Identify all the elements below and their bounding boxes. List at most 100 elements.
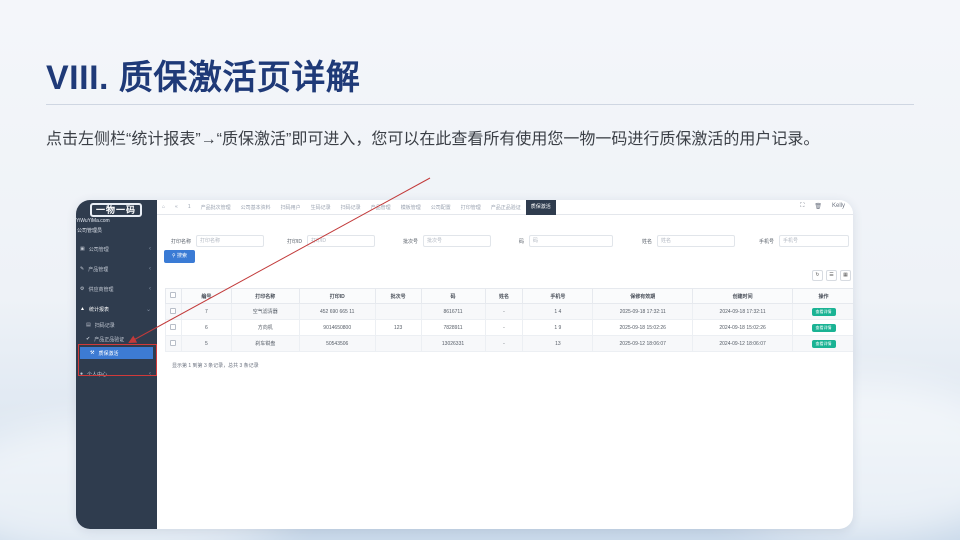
tab-scan-users[interactable]: 扫码用户 [276, 204, 306, 211]
export-icon[interactable]: ▦ [840, 270, 851, 281]
print-id-input[interactable]: 打印ID [307, 235, 376, 247]
filter-label: 打印名称 [171, 238, 192, 245]
tab-1[interactable]: 1 [183, 204, 196, 210]
column-header[interactable]: 姓名 [484, 288, 524, 304]
back-icon[interactable]: « [170, 204, 183, 210]
cell-phone: 13 [522, 335, 594, 352]
row-checkbox[interactable] [170, 307, 177, 314]
tab-config[interactable]: 公司配置 [426, 204, 456, 211]
tab-batch[interactable]: 产品批次管理 [196, 204, 236, 211]
user-icon: ● [80, 371, 84, 377]
column-header: 操作 [792, 288, 853, 304]
tab-templates[interactable]: 模板管理 [396, 204, 426, 211]
tab-verify[interactable]: 产品正品验证 [486, 204, 526, 211]
batch-input[interactable]: 批次号 [423, 235, 492, 247]
sidebar-item-label: 产品正品验证 [94, 336, 125, 343]
chevron-left-icon: ‹ [149, 371, 151, 377]
sidebar-item-product-verify[interactable]: ✔ 产品正品验证 [76, 333, 157, 345]
filter-label: 手机号 [759, 238, 775, 245]
tab-bar: ⌂ « 1 产品批次管理 公司基本资料 扫码用户 生码记录 扫码记录 产品管理 … [157, 200, 853, 215]
sidebar-item-label: 个人中心 [87, 371, 108, 378]
refresh-icon[interactable]: ↻ [812, 270, 823, 281]
chevron-down-icon: ⌄ [145, 306, 151, 313]
filter-code: 码 码 [519, 234, 614, 248]
trash-icon[interactable]: 🗑 [814, 203, 822, 210]
cell-print-name: 空气滤清器 [230, 303, 300, 320]
cell-person: - [484, 335, 524, 352]
home-icon[interactable]: ⌂ [157, 204, 170, 210]
cell-person: - [484, 303, 524, 320]
user-menu[interactable]: Kelly [832, 203, 845, 210]
filter-phone: 手机号 手机号 [759, 234, 850, 248]
sidebar-item-suppliers[interactable]: ⚙ 供应商管理 ‹ [76, 283, 157, 295]
code-input[interactable]: 码 [529, 235, 614, 247]
table-row: 5 刹车钳盘 50543506 13026331 - 13 2025-09-12… [165, 335, 853, 352]
phone-input[interactable]: 手机号 [779, 235, 850, 247]
table-toolbar: ↻ ☰ ▦ [812, 270, 851, 281]
sidebar-item-company[interactable]: ▣ 公司管理 ‹ [76, 243, 157, 255]
tab-print[interactable]: 打印管理 [456, 204, 486, 211]
filter-label: 打印ID [287, 238, 303, 245]
column-header[interactable]: 批次号 [374, 288, 422, 304]
sidebar-item-profile[interactable]: ● 个人中心 ‹ [76, 368, 157, 380]
filter-label: 码 [519, 238, 525, 245]
column-header[interactable]: 保修有效期 [592, 288, 694, 304]
tab-products[interactable]: 产品管理 [366, 204, 396, 211]
fullscreen-icon[interactable]: ⛶ [800, 203, 804, 210]
cell-print-id: 9014650800 [298, 319, 376, 336]
view-details-button[interactable]: 查看详情 [811, 323, 836, 332]
column-header[interactable]: 打印名称 [230, 288, 300, 304]
chart-icon: ▲ [80, 306, 85, 312]
column-header[interactable]: 打印ID [298, 288, 376, 304]
cell-id: 6 [180, 319, 232, 336]
search-button[interactable]: ⚲ 搜索 [164, 250, 195, 263]
person-input[interactable]: 姓名 [657, 235, 736, 247]
logo-subtitle: YiWuYiMa.com [76, 218, 110, 224]
view-details-button[interactable]: 查看详情 [811, 339, 836, 348]
row-checkbox[interactable] [170, 323, 177, 330]
cell-created: 2024-09-18 17:32:11 [692, 303, 793, 320]
column-header[interactable]: 码 [420, 288, 486, 304]
sidebar-item-warranty-activation[interactable]: ⚒ 质保激活 [80, 347, 153, 359]
sidebar-item-products[interactable]: ✎ 产品管理 ‹ [76, 263, 157, 275]
cell-warranty: 2025-09-18 17:32:11 [592, 303, 694, 320]
select-all-checkbox[interactable] [170, 292, 177, 298]
sidebar-item-scan-records[interactable]: ▤ 扫码记录 [76, 319, 157, 331]
sidebar-item-label: 供应商管理 [88, 286, 114, 293]
table-row: 6 方向机 9014650800 123 7828911 - 1 9 2025-… [165, 319, 853, 336]
cell-warranty: 2025-09-18 15:02:26 [592, 319, 694, 336]
table-row: 7 空气滤清器 452 690 665 11 8616711 - 1 4 202… [165, 303, 853, 320]
slide-title: VIII. 质保激活页详解 [46, 59, 361, 97]
row-checkbox[interactable] [170, 339, 177, 346]
cell-created: 2024-09-18 15:02:26 [692, 319, 793, 336]
tab-scan-records[interactable]: 扫码记录 [336, 204, 366, 211]
filter-batch: 批次号 批次号 [403, 234, 492, 248]
tab-company-info[interactable]: 公司基本资料 [236, 204, 276, 211]
cell-code: 8616711 [420, 303, 486, 320]
tab-warranty[interactable]: 质保激活 [525, 200, 556, 215]
filter-bar: 打印名称 打印名称 打印ID 打印ID 批次号 批次号 码 码 姓名 姓名 手机… [157, 234, 853, 250]
pagination-info: 显示第 1 到第 3 条记录，总共 3 条记录 [172, 363, 259, 369]
column-header[interactable]: 创建时间 [692, 288, 793, 304]
sidebar-item-reports[interactable]: ▲ 统计报表 ⌄ [76, 303, 157, 315]
cell-batch [374, 335, 422, 352]
cell-print-name: 刹车钳盘 [230, 335, 300, 352]
truck-icon: ⚙ [80, 286, 85, 292]
column-header[interactable]: 手机号 [522, 288, 594, 304]
cell-id: 5 [180, 335, 232, 352]
print-name-input[interactable]: 打印名称 [196, 235, 265, 247]
view-details-button[interactable]: 查看详情 [811, 307, 836, 316]
column-header[interactable]: 编号 [180, 288, 232, 304]
filter-print-name: 打印名称 打印名称 [171, 234, 265, 248]
box-icon: ✎ [80, 266, 85, 272]
cell-id: 7 [180, 303, 232, 320]
tab-code-records[interactable]: 生码记录 [306, 204, 336, 211]
site-name: 公司管理员 [77, 228, 103, 234]
sidebar-item-label: 公司管理 [88, 246, 109, 253]
filter-print-id: 打印ID 打印ID [287, 234, 376, 248]
cell-warranty: 2025-09-12 18:06:07 [592, 335, 694, 352]
sidebar-item-label: 统计报表 [88, 306, 109, 313]
columns-icon[interactable]: ☰ [826, 270, 837, 281]
sidebar: 一物一码 YiWuYiMa.com 公司管理员 ▣ 公司管理 ‹ ✎ 产品管理 … [76, 200, 157, 529]
filter-label: 批次号 [403, 238, 419, 245]
